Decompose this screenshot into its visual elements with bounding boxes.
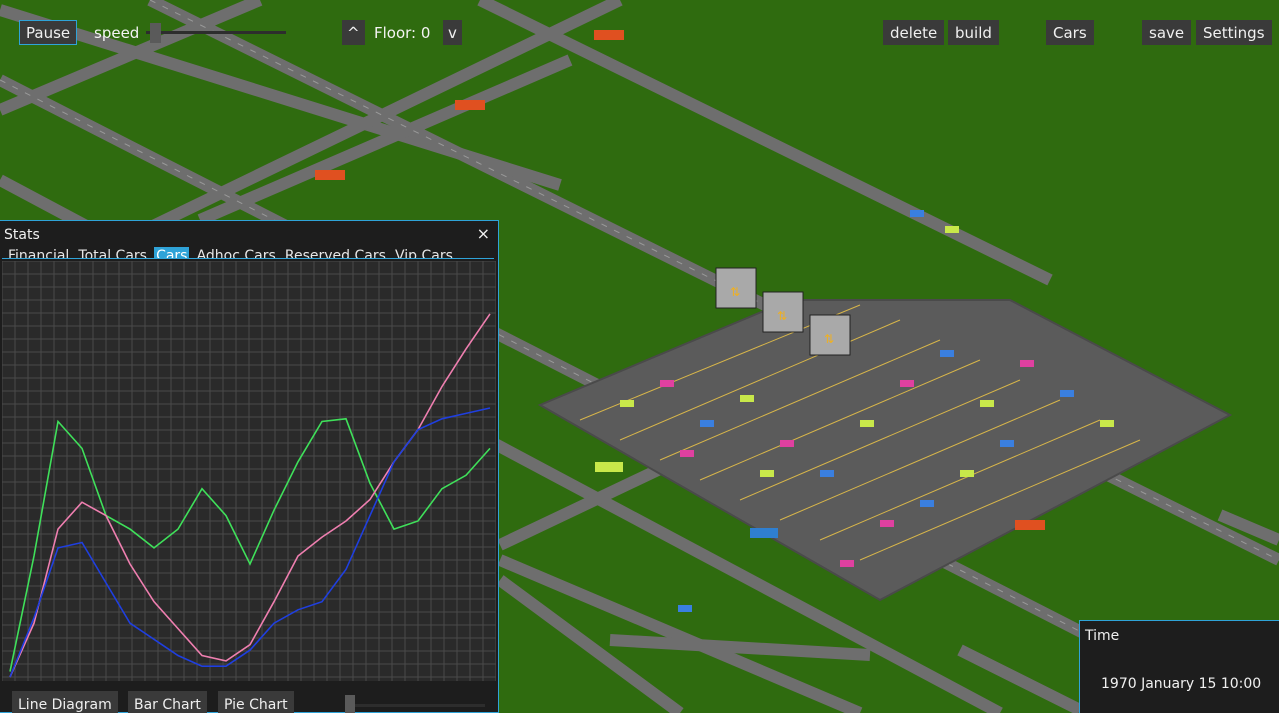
pause-button[interactable]: Pause	[19, 20, 78, 45]
close-icon[interactable]: ×	[477, 224, 490, 243]
line-chart	[2, 261, 496, 681]
stats-tabs: Financial Total Cars Cars Adhoc Cars Res…	[6, 245, 494, 259]
delete-button[interactable]: delete	[883, 20, 945, 45]
floor-down-button[interactable]: v	[443, 20, 462, 45]
svg-text:⇅: ⇅	[730, 285, 740, 299]
bar-chart-button[interactable]: Bar Chart	[128, 691, 207, 713]
speed-slider-thumb[interactable]	[149, 23, 161, 43]
stats-title: Stats	[4, 227, 40, 243]
stats-panel[interactable]: Stats × Financial Total Cars Cars Adhoc …	[0, 220, 499, 713]
line-diagram-button[interactable]: Line Diagram	[12, 691, 118, 713]
chart-range-slider-track[interactable]	[355, 704, 485, 707]
build-button[interactable]: build	[948, 20, 999, 45]
time-value: 1970 January 15 10:00	[1101, 676, 1262, 692]
chart-range-slider-thumb[interactable]	[345, 695, 355, 713]
time-title: Time	[1085, 628, 1120, 644]
save-button[interactable]: save	[1142, 20, 1192, 45]
floor-up-button[interactable]: ^	[342, 20, 365, 45]
svg-text:⇅: ⇅	[777, 309, 787, 323]
floor-label: Floor: 0	[374, 24, 431, 42]
speed-slider-track[interactable]	[146, 31, 286, 34]
speed-label: speed	[94, 24, 140, 42]
time-panel: Time 1970 January 15 10:00	[1079, 620, 1279, 713]
settings-button[interactable]: Settings	[1196, 20, 1272, 45]
svg-text:⇅: ⇅	[824, 332, 834, 346]
pie-chart-button[interactable]: Pie Chart	[218, 691, 294, 713]
tab-underline	[2, 258, 494, 259]
cars-button[interactable]: Cars	[1046, 20, 1094, 45]
